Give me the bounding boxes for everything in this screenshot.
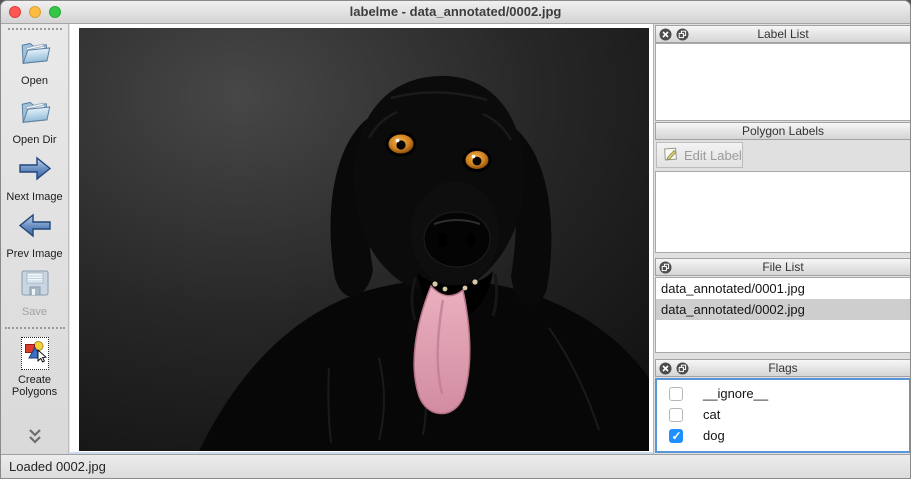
create-polygons-button-label: Create Polygons xyxy=(7,374,63,398)
flag-item-cat[interactable]: cat xyxy=(657,404,909,425)
save-button[interactable]: Save xyxy=(1,264,68,322)
open-folder-icon xyxy=(18,96,52,130)
edit-label-button-text: Edit Label xyxy=(684,148,742,163)
annotation-canvas[interactable] xyxy=(70,24,653,456)
open-dir-button-label: Open Dir xyxy=(12,134,56,146)
toolbar: Open Open Dir xyxy=(1,24,69,456)
checkbox[interactable] xyxy=(669,408,683,422)
titlebar: labelme - data_annotated/0002.jpg xyxy=(1,1,910,24)
flag-item-dog[interactable]: dog xyxy=(657,425,909,446)
flags-header: Flags xyxy=(655,359,911,377)
black-dog-photo xyxy=(79,28,649,451)
labelme-window: labelme - data_annotated/0002.jpg Open xyxy=(0,0,911,479)
create-polygons-icon xyxy=(21,337,49,370)
window-title: labelme - data_annotated/0002.jpg xyxy=(1,1,910,23)
status-bar: Loaded 0002.jpg xyxy=(1,454,910,478)
toolbar-separator xyxy=(5,327,65,329)
arrow-left-icon xyxy=(17,212,53,244)
next-image-button-label: Next Image xyxy=(6,191,62,203)
close-panel-icon[interactable] xyxy=(659,362,672,375)
prev-image-button-label: Prev Image xyxy=(6,248,62,260)
file-list[interactable]: data_annotated/0001.jpg data_annotated/0… xyxy=(655,277,911,353)
dock-panels: Label List Polygon Labels Edit Label xyxy=(653,24,911,456)
flags-list[interactable]: __ignore__ cat dog xyxy=(655,378,911,453)
chevron-double-down-icon xyxy=(26,431,44,448)
float-panel-icon[interactable] xyxy=(659,261,672,274)
open-folder-icon xyxy=(18,37,52,71)
save-button-label: Save xyxy=(22,306,47,318)
edit-pencil-icon xyxy=(663,146,679,165)
status-text: Loaded 0002.jpg xyxy=(9,459,106,474)
checkbox[interactable] xyxy=(669,387,683,401)
save-floppy-icon xyxy=(20,269,50,302)
toolbar-drag-handle[interactable] xyxy=(8,28,62,30)
file-list-header: File List xyxy=(655,258,911,276)
file-list-item[interactable]: data_annotated/0001.jpg xyxy=(656,278,910,299)
create-polygons-button[interactable]: Create Polygons xyxy=(1,332,68,402)
polygon-labels-title: Polygon Labels xyxy=(742,124,824,138)
prev-image-button[interactable]: Prev Image xyxy=(1,207,68,264)
flag-label: __ignore__ xyxy=(703,386,768,401)
open-button[interactable]: Open xyxy=(1,32,68,91)
edit-label-button[interactable]: Edit Label xyxy=(656,142,743,168)
float-panel-icon[interactable] xyxy=(676,28,689,41)
file-list-title: File List xyxy=(762,260,803,274)
label-list-title: Label List xyxy=(757,27,808,41)
polygon-labels-header: Polygon Labels xyxy=(655,122,911,140)
toolbar-overflow-button[interactable] xyxy=(1,429,68,449)
checkbox[interactable] xyxy=(669,429,683,443)
polygon-labels-list[interactable] xyxy=(655,171,911,253)
label-list[interactable] xyxy=(655,43,911,121)
flags-title: Flags xyxy=(768,361,797,375)
next-image-button[interactable]: Next Image xyxy=(1,150,68,207)
float-panel-icon[interactable] xyxy=(676,362,689,375)
flag-label: cat xyxy=(703,407,720,422)
label-list-header: Label List xyxy=(655,25,911,43)
open-dir-button[interactable]: Open Dir xyxy=(1,91,68,150)
flag-label: dog xyxy=(703,428,725,443)
arrow-right-icon xyxy=(17,155,53,187)
flag-item-ignore[interactable]: __ignore__ xyxy=(657,383,909,404)
open-button-label: Open xyxy=(21,75,48,87)
file-list-item[interactable]: data_annotated/0002.jpg xyxy=(656,299,910,320)
close-panel-icon[interactable] xyxy=(659,28,672,41)
